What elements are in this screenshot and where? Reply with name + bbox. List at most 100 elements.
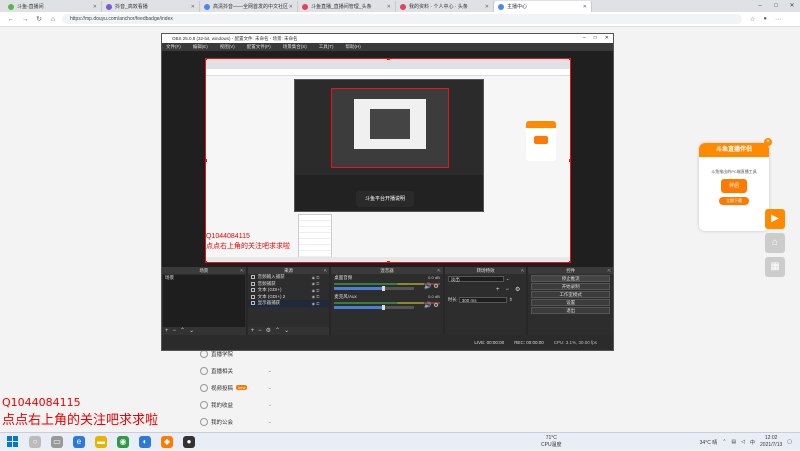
chrome-icon[interactable]: ◉ — [117, 435, 129, 448]
browser-tab[interactable]: 斗鱼-直播间 ✕ — [4, 1, 102, 12]
gear-icon[interactable]: ⚙ — [433, 303, 438, 309]
visibility-lock-icon[interactable]: ◉ ⚿ — [312, 294, 320, 299]
tab-close-icon[interactable]: ✕ — [191, 4, 195, 10]
forward-icon[interactable]: → — [20, 16, 30, 23]
obs-icon[interactable]: ● — [183, 435, 195, 448]
resize-handle[interactable] — [206, 59, 207, 60]
close-button[interactable]: ✕ — [605, 34, 609, 43]
visibility-lock-icon[interactable]: ◉ ⚿ — [312, 301, 320, 306]
control-button[interactable]: 工作室模式 — [531, 291, 610, 298]
speaker-icon[interactable]: 🔊 — [424, 284, 431, 290]
scene-list[interactable]: 场景 — [163, 275, 245, 327]
remove-icon[interactable]: − — [258, 327, 262, 335]
promo-download-button[interactable]: 立即下载 — [719, 197, 749, 205]
visibility-lock-icon[interactable]: ◉ ⚿ — [312, 281, 320, 286]
back-icon[interactable]: ← — [6, 16, 16, 23]
visibility-lock-icon[interactable]: ◉ ⚿ — [312, 275, 320, 280]
home-icon[interactable]: ⌂ — [765, 233, 785, 253]
obs-menu-item[interactable]: 场景集合(S) — [283, 43, 307, 51]
control-button[interactable]: 退出 — [531, 307, 610, 314]
close-button[interactable]: ✕ — [784, 0, 800, 12]
gear-icon[interactable]: ⚙ — [433, 284, 438, 290]
resize-handle[interactable] — [387, 59, 390, 60]
douyu-icon[interactable]: ◆ — [161, 435, 173, 448]
resize-handle[interactable] — [387, 261, 390, 262]
resize-handle[interactable] — [206, 159, 207, 162]
grid-icon[interactable]: ▦ — [765, 257, 785, 277]
stepper-icon[interactable]: ⇕ — [509, 297, 513, 303]
resize-handle[interactable] — [569, 159, 570, 162]
control-button[interactable]: 停止推流 — [531, 275, 610, 282]
minimize-button[interactable]: – — [583, 34, 586, 43]
preview-canvas[interactable]: 斗鱼平台开播说明 Q1044084115 点点右上角的关注吧求求啦 — [205, 58, 571, 263]
browser-tab[interactable]: 主播中心 ✕ — [494, 1, 592, 12]
tab-close-icon[interactable]: ✕ — [387, 4, 391, 10]
weather-text[interactable]: 34°C 晴 — [700, 439, 718, 446]
notification-icon[interactable]: ▢ — [787, 439, 792, 445]
maximize-button[interactable]: □ — [768, 0, 784, 12]
remove-icon[interactable]: − — [173, 327, 177, 335]
obs-menu-item[interactable]: 帮助(H) — [346, 43, 361, 51]
tab-close-icon[interactable]: ✕ — [93, 4, 97, 10]
duration-field[interactable]: 300 ms — [458, 297, 507, 303]
scene-item[interactable]: 场景 — [163, 275, 245, 281]
pin-icon[interactable]: ⇱ — [521, 267, 524, 274]
cpu-temp-widget[interactable]: 71°C CPU温度 — [541, 433, 562, 451]
clock[interactable]: 12:02 2021/7/13 — [760, 435, 782, 449]
sidebar-item[interactable]: 我的收益 ⌄ — [188, 396, 272, 413]
visibility-lock-icon[interactable]: ◉ ⚿ — [312, 288, 320, 293]
sidebar-item[interactable]: 视频投稿 new ⌄ — [188, 379, 272, 396]
volume-icon[interactable]: ◁ — [741, 439, 745, 445]
chevron-up-icon[interactable]: ⌃ — [722, 439, 726, 445]
source-item[interactable]: 显示器捕获 ◉ ⚿ — [247, 300, 330, 307]
up-icon[interactable]: ⌃ — [275, 327, 280, 335]
up-icon[interactable]: ⌃ — [180, 327, 185, 335]
maximize-button[interactable]: □ — [594, 34, 597, 43]
add-icon[interactable]: + — [496, 287, 500, 293]
task-view-icon[interactable]: ▭ — [51, 435, 63, 448]
pin-icon[interactable]: ⇱ — [324, 267, 327, 274]
reload-icon[interactable]: ↻ — [34, 15, 44, 23]
gear-icon[interactable]: ⚙ — [266, 327, 271, 335]
add-icon[interactable]: + — [251, 327, 255, 335]
tab-close-icon[interactable]: ✕ — [583, 4, 587, 10]
browser-tab[interactable]: 我的资料 · 个人中心 · 头条 ✕ — [396, 1, 494, 12]
tab-close-icon[interactable]: ✕ — [289, 4, 293, 10]
obs-menu-item[interactable]: 配置文件(P) — [247, 43, 271, 51]
search-icon[interactable]: ○ — [29, 435, 41, 448]
play-icon[interactable]: ▶ — [765, 209, 785, 229]
network-icon[interactable]: ▤ — [731, 439, 736, 445]
ime-icon[interactable]: 中 — [750, 439, 755, 446]
pin-icon[interactable]: ⇱ — [608, 267, 611, 274]
browser-tab[interactable]: 斗鱼直播_直播间管理_头条 ✕ — [298, 1, 396, 12]
profile-icon[interactable]: ● — [763, 16, 767, 23]
obs-menu-item[interactable]: 视图(V) — [220, 43, 235, 51]
remove-icon[interactable]: − — [505, 287, 509, 293]
obs-menu-item[interactable]: 文件(F) — [166, 43, 181, 51]
down-icon[interactable]: ⌄ — [284, 327, 289, 335]
home-icon[interactable]: ⌂ — [48, 16, 58, 23]
tab-close-icon[interactable]: ✕ — [485, 4, 489, 10]
pin-icon[interactable]: ⇱ — [240, 267, 243, 274]
obs-menu-item[interactable]: 工具(T) — [319, 43, 334, 51]
gear-icon[interactable]: ⚙ — [515, 286, 520, 293]
sidebar-item[interactable]: 我的公会 ⌄ — [188, 413, 272, 430]
control-button[interactable]: 设置 — [531, 299, 610, 306]
resize-handle[interactable] — [569, 59, 570, 60]
url-field[interactable]: https://mp.douyu.com/anchor/feedbadge/in… — [62, 14, 742, 24]
edge-icon[interactable]: e — [73, 435, 85, 448]
minimize-button[interactable]: – — [752, 0, 768, 12]
resize-handle[interactable] — [569, 261, 570, 262]
star-icon[interactable]: ☆ — [750, 16, 755, 23]
close-icon[interactable]: × — [764, 138, 772, 146]
explorer-icon[interactable]: ▬ — [95, 435, 107, 448]
control-button[interactable]: 开始录制 — [531, 283, 610, 290]
resize-handle[interactable] — [206, 261, 207, 262]
down-icon[interactable]: ⌄ — [189, 327, 194, 335]
sidebar-item[interactable]: 直播相关 ⌄ — [188, 362, 272, 379]
qq-icon[interactable]: ◐ — [139, 435, 151, 448]
speaker-icon[interactable]: 🔊 — [424, 303, 431, 309]
volume-slider[interactable] — [334, 286, 415, 291]
browser-tab[interactable]: 抖音_高效看播 ✕ — [102, 1, 200, 12]
more-icon[interactable]: ⋯ — [775, 16, 781, 23]
